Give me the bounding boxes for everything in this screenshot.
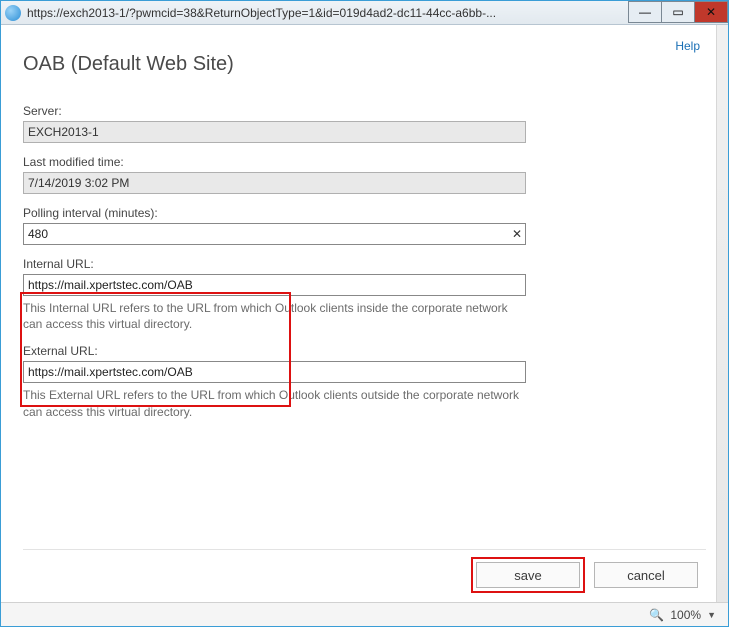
polling-label: Polling interval (minutes): <box>23 206 706 220</box>
internal-url-label: Internal URL: <box>23 257 706 271</box>
polling-input[interactable] <box>23 223 526 245</box>
modified-label: Last modified time: <box>23 155 706 169</box>
window-buttons: — ▭ ✕ <box>629 1 728 24</box>
modified-field <box>23 172 526 194</box>
server-label: Server: <box>23 104 706 118</box>
page-title: OAB (Default Web Site) <box>23 53 706 76</box>
address-bar-text: https://exch2013-1/?pwmcid=38&ReturnObje… <box>27 6 629 20</box>
help-link[interactable]: Help <box>675 39 700 53</box>
external-url-help: This External URL refers to the URL from… <box>23 387 526 419</box>
internal-url-help: This Internal URL refers to the URL from… <box>23 300 526 332</box>
zoom-icon[interactable]: 🔍 <box>649 608 664 622</box>
server-field <box>23 121 526 143</box>
external-url-input[interactable] <box>23 361 526 383</box>
cancel-button[interactable]: cancel <box>594 562 698 588</box>
divider <box>23 549 706 550</box>
zoom-dropdown-icon[interactable]: ▼ <box>707 610 716 620</box>
zoom-level: 100% <box>670 608 701 622</box>
status-bar: 🔍 100% ▼ <box>1 602 728 626</box>
save-button[interactable]: save <box>476 562 580 588</box>
external-url-label: External URL: <box>23 344 706 358</box>
ie-icon <box>5 5 21 21</box>
maximize-button[interactable]: ▭ <box>661 1 695 23</box>
close-button[interactable]: ✕ <box>694 1 728 23</box>
window-titlebar: https://exch2013-1/?pwmcid=38&ReturnObje… <box>1 1 728 25</box>
internal-url-input[interactable] <box>23 274 526 296</box>
clear-icon[interactable]: ✕ <box>512 227 522 241</box>
minimize-button[interactable]: — <box>628 1 662 23</box>
